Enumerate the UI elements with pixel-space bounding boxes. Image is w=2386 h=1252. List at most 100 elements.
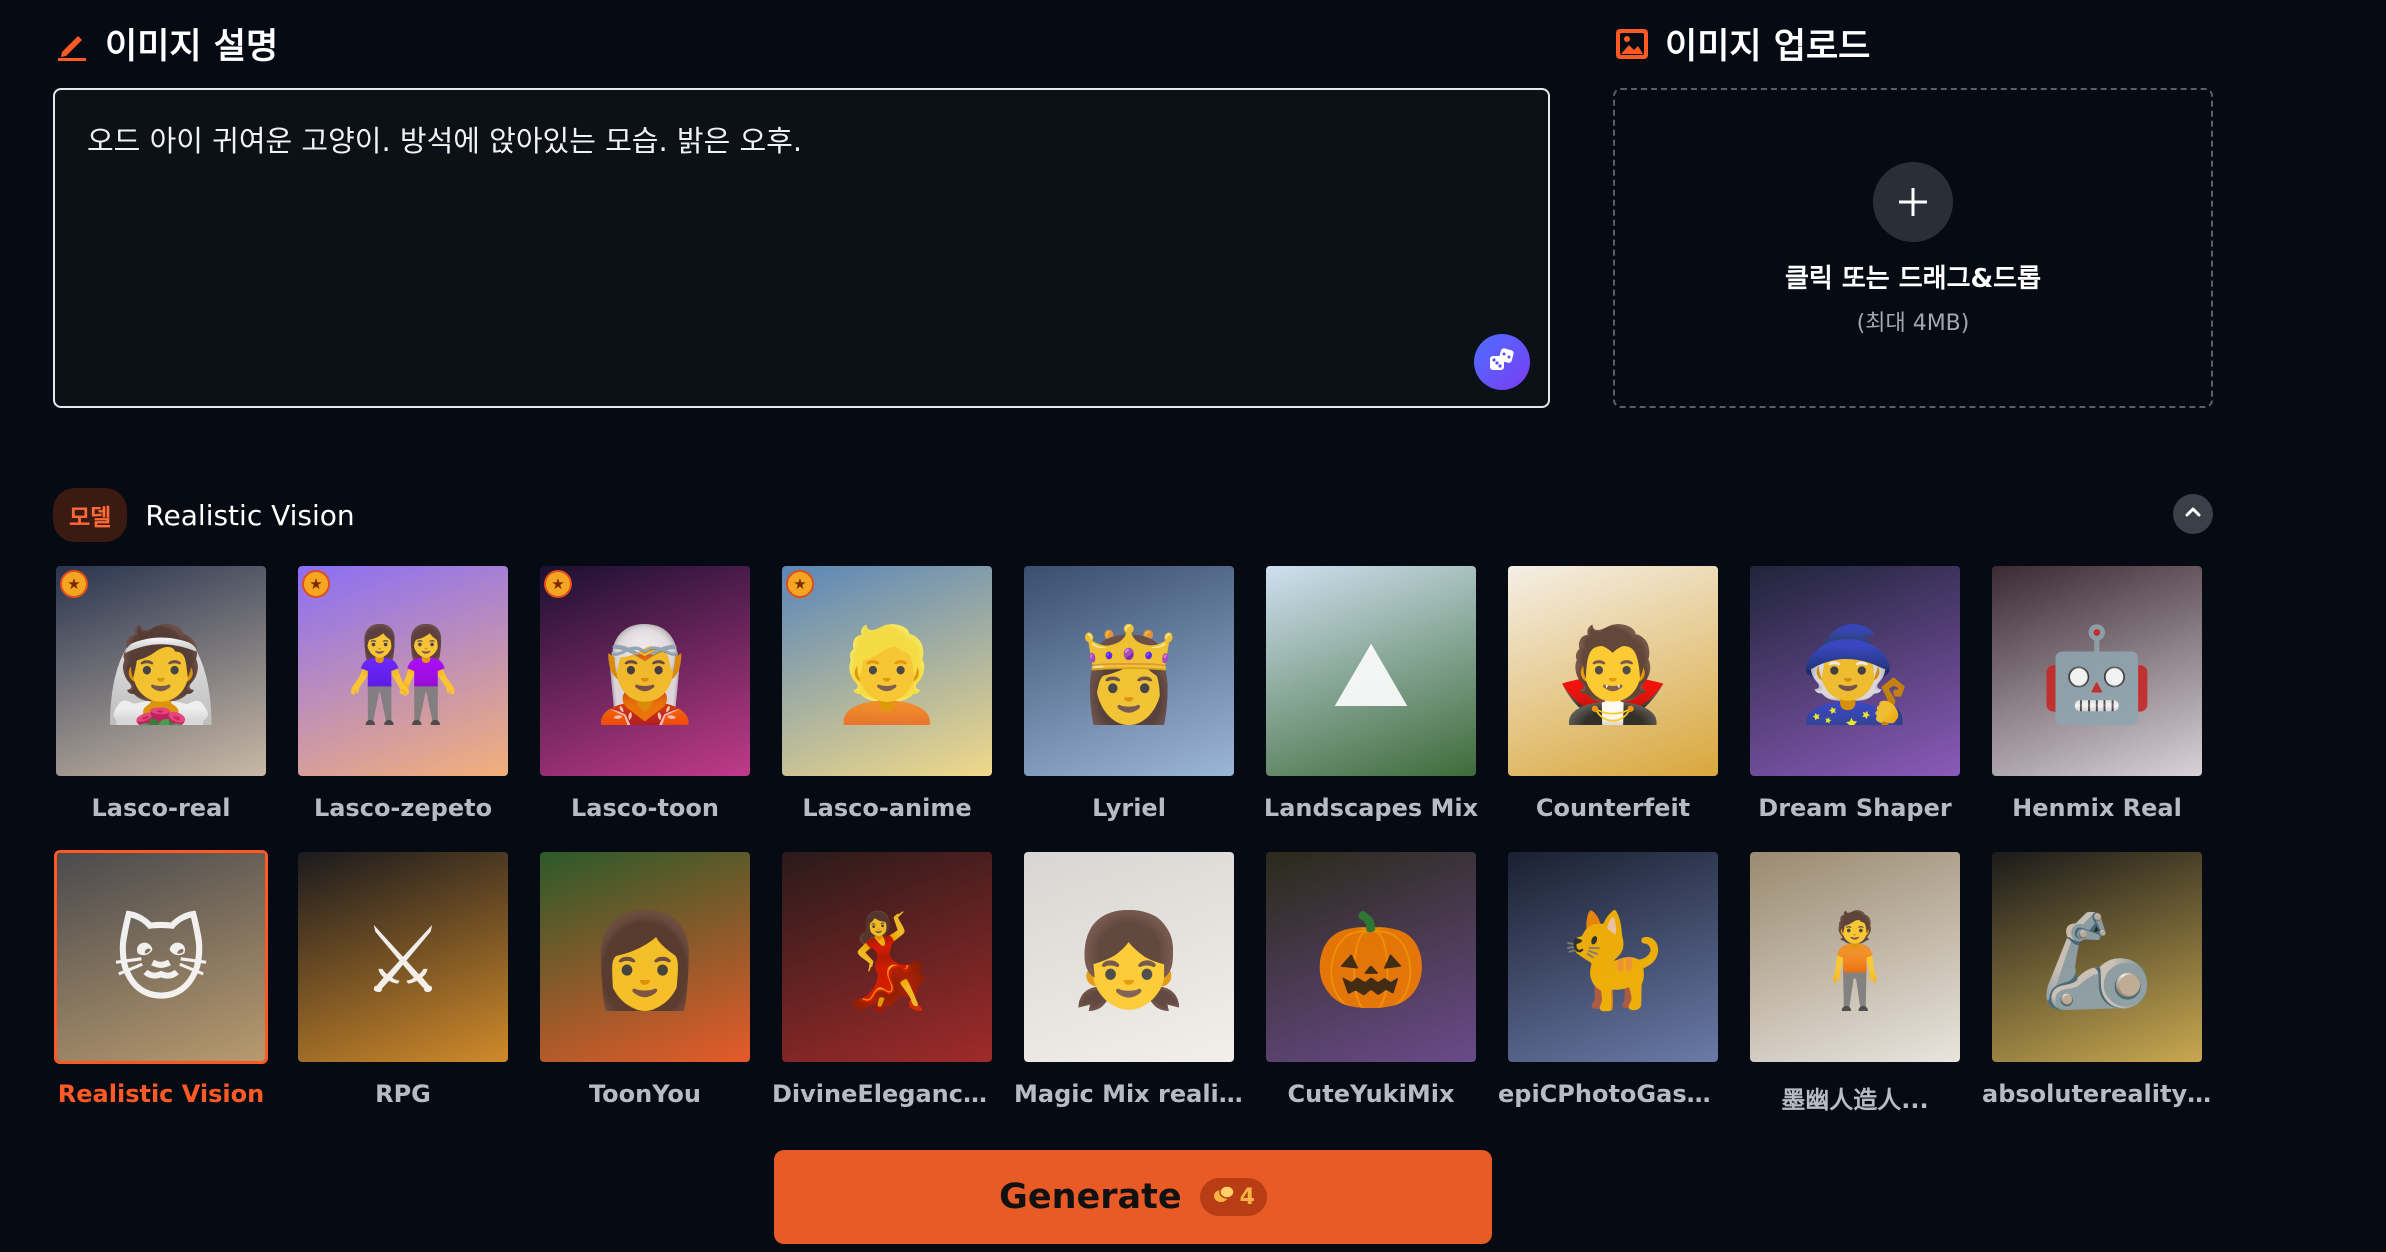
selected-model-name: Realistic Vision: [145, 498, 355, 532]
model-grid: 👰 ★ Lasco-real 👭 ★ Lasco-zepeto 🧝 ★ Lasco-toon 👱 ★…: [53, 564, 2212, 1136]
model-name: Lasco-zepeto: [313, 794, 493, 822]
model-thumbnail[interactable]: 🧝 ★: [538, 564, 752, 778]
pencil-icon: [53, 25, 91, 63]
model-card[interactable]: 👱 ★ Lasco-anime: [779, 564, 995, 850]
model-thumbnail-glyph: 👩: [587, 907, 703, 1015]
collapse-models-button[interactable]: [2173, 494, 2213, 534]
upload-section-title: 이미지 업로드: [1613, 18, 1870, 69]
model-thumbnail[interactable]: 👧: [1022, 850, 1236, 1064]
model-name: Lasco-anime: [802, 794, 972, 822]
cost-badge: 4: [1199, 1178, 1267, 1216]
model-name: Magic Mix realistic: [1014, 1080, 1244, 1108]
model-thumbnail-glyph: 👧: [1071, 907, 1187, 1015]
model-thumbnail-glyph: 👰: [103, 621, 219, 729]
model-card[interactable]: 👧 Magic Mix realistic: [1014, 850, 1244, 1136]
model-thumbnail-glyph: ⚔: [361, 907, 445, 1015]
model-name: Landscapes Mix: [1263, 794, 1479, 822]
lasco-badge-icon: ★: [60, 570, 88, 598]
dice-icon: [1487, 345, 1517, 379]
model-thumbnail[interactable]: 🧛: [1506, 564, 1720, 778]
model-name: Counterfeit: [1535, 794, 1691, 822]
model-name: 墨幽人造人...: [1781, 1086, 1929, 1114]
image-icon: [1613, 25, 1651, 63]
model-thumbnail[interactable]: 🧍: [1748, 850, 1962, 1064]
random-prompt-button[interactable]: [1474, 334, 1530, 390]
plus-icon[interactable]: [1873, 162, 1953, 242]
upload-title-text: 이미지 업로드: [1665, 27, 1871, 67]
model-thumbnail[interactable]: 🦾: [1990, 850, 2204, 1064]
model-thumbnail-glyph: 🐈: [1555, 907, 1671, 1015]
model-name: absolutereality_v181: [1982, 1080, 2212, 1108]
model-thumbnail[interactable]: ⚔: [296, 850, 510, 1064]
model-card[interactable]: 🧍 墨幽人造人...: [1747, 850, 1963, 1136]
lasco-badge-icon: ★: [544, 570, 572, 598]
model-thumbnail[interactable]: 🤖: [1990, 564, 2204, 778]
model-name: Lasco-toon: [571, 794, 719, 822]
model-name: DivineEleganceMix: [772, 1080, 1002, 1108]
model-name: epiCPhotoGasm - z: [1498, 1080, 1728, 1108]
prompt-textarea[interactable]: 오드 아이 귀여운 고양이. 방석에 앉아있는 모습. 밝은 오후.: [53, 88, 1550, 408]
cost-value: 4: [1239, 1184, 1255, 1210]
model-thumbnail[interactable]: 👸: [1022, 564, 1236, 778]
model-card[interactable]: 🧝 ★ Lasco-toon: [537, 564, 753, 850]
model-thumbnail-glyph: 🧍: [1797, 907, 1913, 1015]
model-section-header: 모델 Realistic Vision: [53, 488, 355, 542]
model-card[interactable]: ⛰ Landscapes Mix: [1263, 564, 1479, 850]
model-thumbnail[interactable]: 🎃: [1264, 850, 1478, 1064]
model-card[interactable]: 🎃 CuteYukiMix: [1263, 850, 1479, 1136]
image-upload-dropzone[interactable]: 클릭 또는 드래그&드롭 (최대 4MB): [1613, 88, 2213, 408]
model-name: RPG: [375, 1080, 431, 1108]
model-thumbnail[interactable]: 👱 ★: [780, 564, 994, 778]
model-thumbnail-glyph: ⛰: [1332, 621, 1410, 729]
lasco-badge-icon: ★: [302, 570, 330, 598]
model-card[interactable]: 🧛 Counterfeit: [1505, 564, 1721, 850]
model-thumbnail-glyph: 🧙: [1797, 621, 1913, 729]
model-name: CuteYukiMix: [1287, 1080, 1455, 1108]
model-card[interactable]: 👸 Lyriel: [1021, 564, 1237, 850]
coin-icon: [1212, 1184, 1236, 1210]
model-name: Lasco-real: [91, 794, 231, 822]
model-name: Realistic Vision: [57, 1080, 265, 1108]
model-thumbnail-glyph: 👱: [829, 621, 945, 729]
model-card[interactable]: 👰 ★ Lasco-real: [53, 564, 269, 850]
model-thumbnail-glyph: 🦾: [2039, 907, 2155, 1015]
model-thumbnail-glyph: 👸: [1071, 621, 1187, 729]
model-thumbnail-glyph: 🧛: [1555, 621, 1671, 729]
model-thumbnail-glyph: 💃: [829, 907, 945, 1015]
model-thumbnail[interactable]: 🐈: [1506, 850, 1720, 1064]
model-thumbnail-glyph: 🎃: [1313, 907, 1429, 1015]
upload-size-hint: (최대 4MB): [1856, 311, 1970, 336]
model-card[interactable]: 👭 ★ Lasco-zepeto: [295, 564, 511, 850]
lasco-badge-icon: ★: [786, 570, 814, 598]
model-thumbnail[interactable]: 👩: [538, 850, 752, 1064]
model-name: Lyriel: [1092, 794, 1166, 822]
model-thumbnail-glyph: 🐱: [113, 907, 209, 1015]
model-card[interactable]: 🦾 absolutereality_v181: [1982, 850, 2212, 1136]
description-title-text: 이미지 설명: [105, 27, 279, 67]
model-card[interactable]: 💃 DivineEleganceMix: [772, 850, 1002, 1136]
model-thumbnail[interactable]: 👰 ★: [54, 564, 268, 778]
model-card[interactable]: ⚔ RPG: [295, 850, 511, 1136]
model-thumbnail[interactable]: 👭 ★: [296, 564, 510, 778]
model-name: Henmix Real: [2012, 794, 2182, 822]
model-card[interactable]: 👩 ToonYou: [537, 850, 753, 1136]
model-thumbnail[interactable]: 🐱: [54, 850, 268, 1064]
generate-button[interactable]: Generate 4: [774, 1150, 1492, 1244]
model-thumbnail[interactable]: 🧙: [1748, 564, 1962, 778]
chevron-up-icon: [2182, 501, 2204, 527]
model-thumbnail[interactable]: 💃: [780, 850, 994, 1064]
generate-label: Generate: [999, 1177, 1182, 1217]
model-card[interactable]: 🤖 Henmix Real: [1989, 564, 2205, 850]
model-thumbnail[interactable]: ⛰: [1264, 564, 1478, 778]
model-thumbnail-glyph: 🤖: [2039, 621, 2155, 729]
model-card[interactable]: 🐈 epiCPhotoGasm - z: [1498, 850, 1728, 1136]
model-card[interactable]: 🐱 Realistic Vision: [53, 850, 269, 1136]
model-name: ToonYou: [589, 1080, 701, 1108]
model-thumbnail-glyph: 🧝: [587, 621, 703, 729]
model-badge: 모델: [53, 488, 128, 542]
prompt-text[interactable]: 오드 아이 귀여운 고양이. 방석에 앉아있는 모습. 밝은 오후.: [87, 118, 802, 160]
upload-label: 클릭 또는 드래그&드롭: [1784, 264, 2042, 294]
model-thumbnail-glyph: 👭: [345, 621, 461, 729]
model-card[interactable]: 🧙 Dream Shaper: [1747, 564, 1963, 850]
model-name: Dream Shaper: [1758, 794, 1952, 822]
